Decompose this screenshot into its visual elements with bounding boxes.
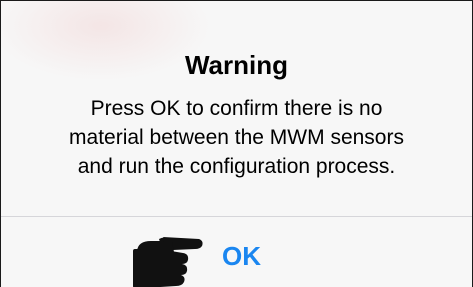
alert-message-line: Press OK to confirm there is no [90,97,383,120]
ok-button[interactable]: OK [1,217,472,287]
alert-message: Press OK to confirm there is no material… [21,94,452,181]
ok-button-label: OK [222,241,261,271]
alert-message-line: material between the MWM sensors [69,126,404,149]
alert-dialog: Warning Press OK to confirm there is no … [0,0,473,287]
alert-title: Warning [184,50,289,80]
alert-message-line: and run the configuration process. [77,155,396,178]
pointing-hand-icon [133,237,203,287]
